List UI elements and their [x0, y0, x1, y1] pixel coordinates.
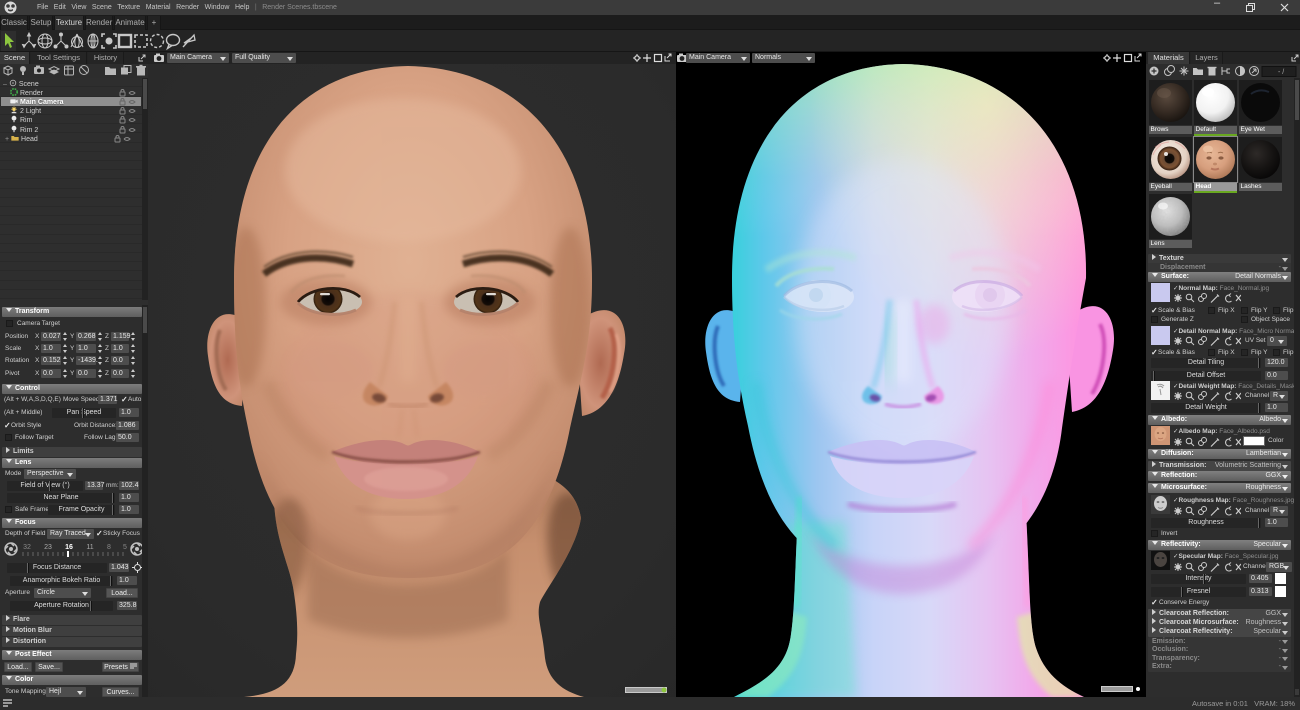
svg-text:23: 23 — [44, 544, 52, 551]
svg-text:11: 11 — [86, 544, 93, 551]
svg-text:8: 8 — [107, 544, 111, 551]
svg-text:32: 32 — [23, 544, 31, 551]
svg-text:16: 16 — [65, 544, 73, 551]
svg-text:- /: - / — [1278, 69, 1284, 76]
svg-text:5: 5 — [123, 544, 127, 551]
